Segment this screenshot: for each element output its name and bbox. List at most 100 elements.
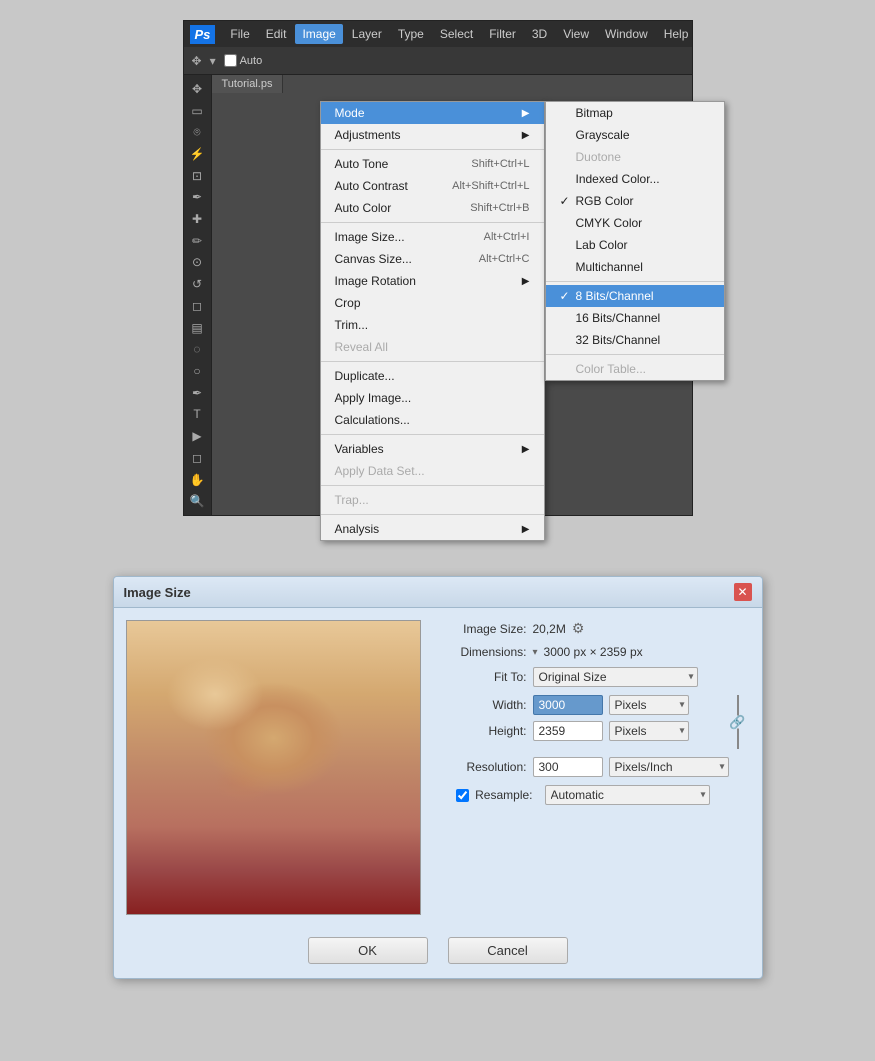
mode-duotone: Duotone	[546, 146, 724, 168]
height-unit-wrapper[interactable]: Pixels	[609, 721, 689, 741]
menu-item-auto-color[interactable]: Auto Color Shift+Ctrl+B	[321, 197, 544, 219]
mode-rgb[interactable]: ✓ RGB Color	[546, 190, 724, 212]
mode-multichannel[interactable]: Multichannel	[546, 256, 724, 278]
menu-item-image-rotation[interactable]: Image Rotation ▶	[321, 270, 544, 292]
tool-hand[interactable]: ✋	[186, 470, 208, 490]
resolution-input[interactable]	[533, 757, 603, 777]
dimensions-row: Dimensions: ▾ 3000 px × 2359 px	[437, 645, 750, 659]
width-row: Width: Pixels	[437, 695, 724, 715]
menu-3d[interactable]: 3D	[525, 24, 554, 44]
mode-submenu: Bitmap Grayscale Duotone Indexed Color..…	[545, 101, 725, 381]
resample-checkbox[interactable]	[456, 789, 469, 802]
tool-zoom[interactable]: 🔍	[186, 491, 208, 511]
menu-sep-3	[321, 361, 544, 362]
wh-section: Width: Pixels Height:	[437, 695, 750, 749]
dialog-buttons: OK Cancel	[114, 927, 762, 978]
tool-select-rect[interactable]: ▭	[186, 101, 208, 121]
resample-checkbox-row[interactable]: Resample:	[437, 788, 533, 802]
width-unit-wrapper[interactable]: Pixels	[609, 695, 689, 715]
resample-method-wrapper[interactable]: Automatic	[545, 785, 710, 805]
tool-text[interactable]: T	[186, 405, 208, 425]
tool-heal[interactable]: ✚	[186, 209, 208, 229]
resample-method-select[interactable]: Automatic	[545, 785, 710, 805]
tool-gradient[interactable]: ▤	[186, 318, 208, 338]
gear-icon[interactable]: ⚙	[572, 620, 585, 637]
mode-8bit[interactable]: ✓ 8 Bits/Channel	[546, 285, 724, 307]
menu-type[interactable]: Type	[391, 24, 431, 44]
mode-cmyk[interactable]: CMYK Color	[546, 212, 724, 234]
tool-pen[interactable]: ✒	[186, 383, 208, 403]
menu-item-adjustments[interactable]: Adjustments ▶	[321, 124, 544, 146]
fit-to-select[interactable]: Original Size	[533, 667, 698, 687]
mode-bitmap[interactable]: Bitmap	[546, 102, 724, 124]
mode-32bit[interactable]: 32 Bits/Channel	[546, 329, 724, 351]
tool-eyedropper[interactable]: ✒	[186, 188, 208, 208]
tool-blur[interactable]: ◌	[186, 339, 208, 359]
menu-item-duplicate[interactable]: Duplicate...	[321, 365, 544, 387]
mode-indexed[interactable]: Indexed Color...	[546, 168, 724, 190]
menu-window[interactable]: Window	[598, 24, 655, 44]
tool-brush[interactable]: ✏	[186, 231, 208, 251]
image-preview	[126, 620, 421, 915]
menu-item-trap: Trap...	[321, 489, 544, 511]
menu-image[interactable]: Image	[295, 24, 342, 44]
dim-collapse-icon[interactable]: ▾	[533, 647, 538, 658]
menu-sep-2	[321, 222, 544, 223]
dialog-close-button[interactable]: ✕	[734, 583, 752, 601]
photoshop-window: Ps File Edit Image Layer Type Select Fil…	[183, 20, 693, 516]
tool-clone[interactable]: ⊙	[186, 253, 208, 273]
tool-move[interactable]: ✥	[186, 79, 208, 99]
tool-history-brush[interactable]: ↺	[186, 274, 208, 294]
menu-select[interactable]: Select	[433, 24, 480, 44]
tool-path-select[interactable]: ▶	[186, 426, 208, 446]
menu-item-reveal-all: Reveal All	[321, 336, 544, 358]
menu-item-mode[interactable]: Mode ▶	[321, 102, 544, 124]
resolution-unit-select[interactable]: Pixels/Inch	[609, 757, 729, 777]
menu-sep-4	[321, 434, 544, 435]
auto-checkbox[interactable]: Auto	[224, 54, 263, 67]
toolbar-row: ✥ ▾ Auto	[184, 47, 692, 75]
mode-arrow-icon: ▶	[522, 108, 530, 119]
height-input[interactable]	[533, 721, 603, 741]
menubar: Ps File Edit Image Layer Type Select Fil…	[184, 21, 692, 47]
mode-grayscale[interactable]: Grayscale	[546, 124, 724, 146]
width-unit-select[interactable]: Pixels	[609, 695, 689, 715]
document-tab[interactable]: Tutorial.ps	[212, 75, 284, 93]
8bit-check: ✓	[560, 289, 572, 303]
mode-16bit[interactable]: 16 Bits/Channel	[546, 307, 724, 329]
tool-crop[interactable]: ⊡	[186, 166, 208, 186]
height-unit-select[interactable]: Pixels	[609, 721, 689, 741]
menu-edit[interactable]: Edit	[259, 24, 294, 44]
dialog-settings: Image Size: 20,2M ⚙ Dimensions: ▾ 3000 p…	[437, 620, 750, 915]
fit-to-select-wrapper[interactable]: Original Size	[533, 667, 698, 687]
menu-item-auto-tone[interactable]: Auto Tone Shift+Ctrl+L	[321, 153, 544, 175]
tool-magic-wand[interactable]: ⚡	[186, 144, 208, 164]
menu-item-trim[interactable]: Trim...	[321, 314, 544, 336]
cancel-button[interactable]: Cancel	[448, 937, 568, 964]
height-label: Height:	[437, 724, 527, 738]
menu-layer[interactable]: Layer	[345, 24, 389, 44]
tool-shape[interactable]: ◻	[186, 448, 208, 468]
width-input[interactable]	[533, 695, 603, 715]
analysis-arrow-icon: ▶	[522, 524, 530, 535]
resolution-unit-wrapper[interactable]: Pixels/Inch	[609, 757, 729, 777]
menu-view[interactable]: View	[556, 24, 596, 44]
menu-help[interactable]: Help	[657, 24, 696, 44]
tool-dodge[interactable]: ○	[186, 361, 208, 381]
menu-item-auto-contrast[interactable]: Auto Contrast Alt+Shift+Ctrl+L	[321, 175, 544, 197]
menu-item-analysis[interactable]: Analysis ▶	[321, 518, 544, 540]
wh-fields: Width: Pixels Height:	[437, 695, 724, 749]
tool-lasso[interactable]: ⌾	[186, 122, 208, 142]
menu-item-canvas-size[interactable]: Canvas Size... Alt+Ctrl+C	[321, 248, 544, 270]
tool-eraser[interactable]: ◻	[186, 296, 208, 316]
mode-lab[interactable]: Lab Color	[546, 234, 724, 256]
menu-item-apply-image[interactable]: Apply Image...	[321, 387, 544, 409]
menu-filter[interactable]: Filter	[482, 24, 523, 44]
chain-icon: 🔗	[729, 716, 745, 729]
menu-file[interactable]: File	[223, 24, 256, 44]
menu-item-calculations[interactable]: Calculations...	[321, 409, 544, 431]
ok-button[interactable]: OK	[308, 937, 428, 964]
menu-item-image-size[interactable]: Image Size... Alt+Ctrl+I	[321, 226, 544, 248]
menu-item-crop[interactable]: Crop	[321, 292, 544, 314]
menu-item-variables[interactable]: Variables ▶	[321, 438, 544, 460]
